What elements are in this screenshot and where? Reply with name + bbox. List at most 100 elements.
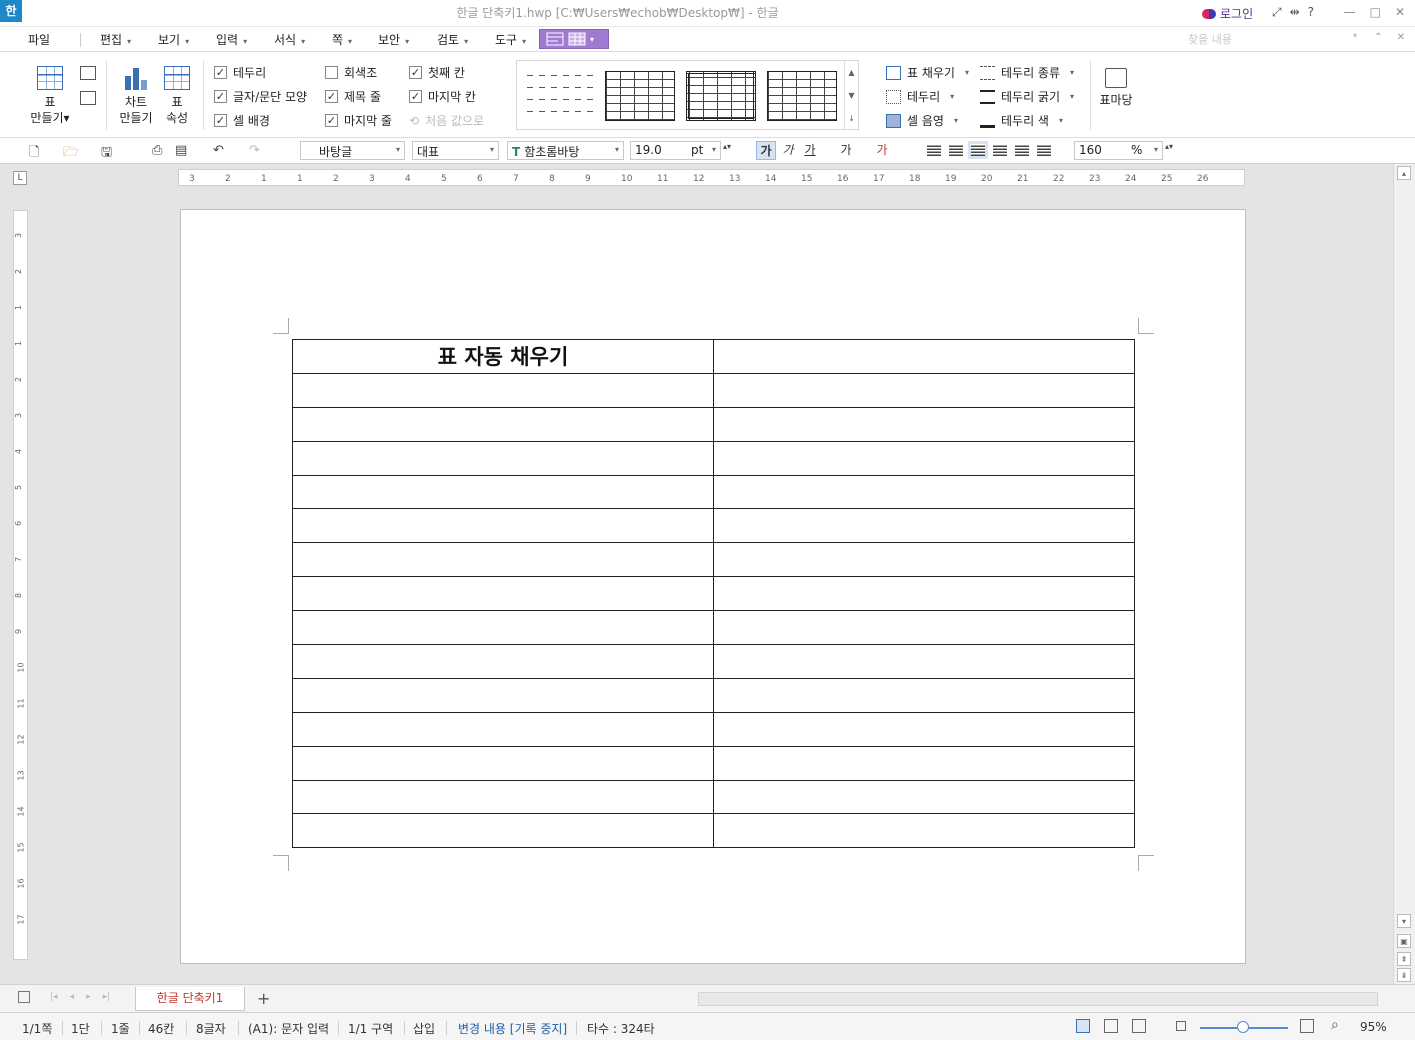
checkbox-header-row[interactable]: ✓ 제목 줄 [325,88,381,105]
status-insert-mode[interactable]: 삽입 [413,1020,435,1037]
scroll-down-icon[interactable]: ▼ [845,84,858,107]
make-chart-button[interactable]: 차트 만들기 [115,66,157,126]
page-view-icon[interactable]: ▣ [1397,934,1411,948]
last-tab-icon[interactable]: ▸| [103,992,111,1002]
tab-list-icon[interactable] [18,991,30,1003]
table-cell[interactable] [713,745,1135,781]
undo-icon[interactable]: ↶ [213,143,224,158]
strikethrough-button[interactable]: 가 [836,141,856,160]
normal-view-icon[interactable] [1076,1019,1090,1033]
checkbox-last-row[interactable]: ✓ 마지막 줄 [325,112,392,129]
font-size-select[interactable]: 19.0 pt ▾ [630,141,721,160]
menu-tools[interactable]: 도구 ▾ [495,31,526,48]
zoom-slider-thumb[interactable] [1237,1021,1249,1033]
font-color-button[interactable]: 가 [872,141,892,160]
menu-format[interactable]: 서식 ▾ [274,31,305,48]
minimize-button[interactable]: — [1344,5,1356,19]
scroll-down-icon[interactable]: ▾ [1397,914,1411,928]
checkbox-char-para[interactable]: ✓ 글자/문단 모양 [214,88,307,105]
underline-button[interactable]: 가 [800,141,820,160]
table-cell[interactable] [713,711,1135,747]
align-left-icon[interactable] [949,144,963,156]
scroll-up-icon[interactable]: ▴ [1397,166,1411,180]
close-doc-icon[interactable]: ✕ [1397,32,1405,43]
document-table[interactable]: 표 자동 채우기 [292,339,1135,849]
vertical-ruler[interactable]: 3 2 1 1 2 3 4 5 6 7 8 9 10 11 12 13 14 15 16 17 [13,210,28,960]
table-style-gallery[interactable]: ▲ ▼ ↓ [516,60,859,130]
table-cell[interactable] [292,576,714,612]
make-table-button[interactable]: 표 만들기▾ [28,66,72,126]
zoom-out-icon[interactable] [1176,1021,1186,1031]
paragraph-style-select[interactable]: 바탕글 ▾ [300,141,405,160]
zoom-level[interactable]: 95% [1360,1020,1387,1034]
cell-shade-dropdown[interactable]: 셀 음영 ▾ [886,112,958,129]
table-cell[interactable] [713,677,1135,713]
table-cell[interactable] [292,372,714,408]
first-tab-icon[interactable]: |◂ [50,992,58,1002]
table-cell[interactable] [713,474,1135,510]
table-cell[interactable] [713,644,1135,679]
line-spacing-select[interactable]: 160% ▾ [1074,141,1163,160]
prev-page-icon[interactable]: ⇞ [1397,952,1411,966]
full-page-icon[interactable] [1132,1019,1146,1033]
table-cell[interactable] [292,406,714,442]
next-tab-icon[interactable]: ▸ [86,992,91,1002]
redo-icon[interactable]: ↷ [249,143,260,158]
reset-to-default-button[interactable]: ⟲ 처음 값으로 [409,112,484,129]
zoom-in-icon[interactable] [1300,1019,1314,1033]
table-header-cell[interactable]: 표 자동 채우기 [292,339,714,374]
table-cell[interactable] [713,406,1135,442]
align-center-icon[interactable] [968,141,988,159]
menu-security[interactable]: 보안 ▾ [378,31,409,48]
table-cell[interactable] [713,339,1135,374]
border-weight-dropdown[interactable]: 테두리 굵기 ▾ [980,88,1074,105]
table-draw-icon[interactable] [80,66,96,80]
language-select[interactable]: 대표 ▾ [412,141,499,160]
print-preview-icon[interactable]: ▤ [175,143,187,158]
save-icon[interactable]: 🖫 [101,143,112,165]
table-cell[interactable] [713,779,1135,815]
vertical-scrollbar[interactable]: ▴ ▾ ▣ ⇞ ⇟ [1393,164,1415,984]
align-right-icon[interactable] [993,144,1007,156]
align-divide-icon[interactable] [1037,144,1051,156]
status-page[interactable]: 1/1쪽 [22,1020,52,1037]
checkbox-grayscale[interactable]: 회색조 [325,64,377,81]
italic-button[interactable]: 가 [778,141,798,160]
help-icon[interactable]: ? [1308,5,1314,20]
checkbox-last-col[interactable]: ✓ 마지막 칸 [409,88,476,105]
table-cell[interactable] [292,474,714,510]
table-erase-icon[interactable] [80,91,96,105]
tab-document[interactable]: 한글 단축키1 [135,987,245,1011]
table-wizard-button[interactable]: 표마당 [1097,68,1135,108]
table-context-tab[interactable]: ▾ [539,29,609,49]
menu-page[interactable]: 쪽 ▾ [332,31,352,48]
table-cell[interactable] [713,542,1135,578]
horizontal-ruler[interactable]: 3 2 1 1 2 3 4 5 6 7 8 9 10 11 12 13 14 15 16 17 18 19 20 21 22 23… [178,169,1245,186]
table-style-grid-2[interactable] [686,71,756,121]
border-color-dropdown[interactable]: 테두리 색 ▾ [980,112,1063,129]
scroll-up-icon[interactable]: ▲ [845,61,858,84]
fit-page-icon[interactable] [1104,1019,1118,1033]
table-style-dashed[interactable] [527,71,597,121]
open-folder-icon[interactable]: 🗁 [63,143,79,165]
table-cell[interactable] [292,610,714,646]
table-fill-dropdown[interactable]: 표 채우기 ▾ [886,64,969,81]
checkbox-border[interactable]: ✓ 테두리 [214,64,266,81]
border-type-dropdown[interactable]: 테두리 종류 ▾ [980,64,1074,81]
table-cell[interactable] [713,508,1135,544]
collapse-ribbon-icon[interactable]: ⌃ [1374,32,1382,43]
table-cell[interactable] [292,745,714,781]
checkbox-cell-bg[interactable]: ✓ 셀 배경 [214,112,270,129]
menu-view[interactable]: 보기 ▾ [158,31,189,48]
table-cell[interactable] [292,508,714,544]
table-style-grid-1[interactable] [605,71,675,121]
print-icon[interactable]: ⎙ [152,143,162,158]
close-button[interactable]: ✕ [1395,5,1405,19]
search-input[interactable]: 찾을 내용 ▾ [1188,31,1363,48]
magnifier-icon[interactable]: ⌕ [1331,1017,1339,1033]
new-document-icon[interactable]: 🗋 [29,143,39,165]
border-dropdown[interactable]: 테두리 ▾ [886,88,954,105]
fit-width-icon[interactable]: ⇹ [1290,5,1300,20]
font-size-stepper[interactable]: ▴▾ [723,142,731,151]
menu-file[interactable]: 파일 [28,31,50,48]
